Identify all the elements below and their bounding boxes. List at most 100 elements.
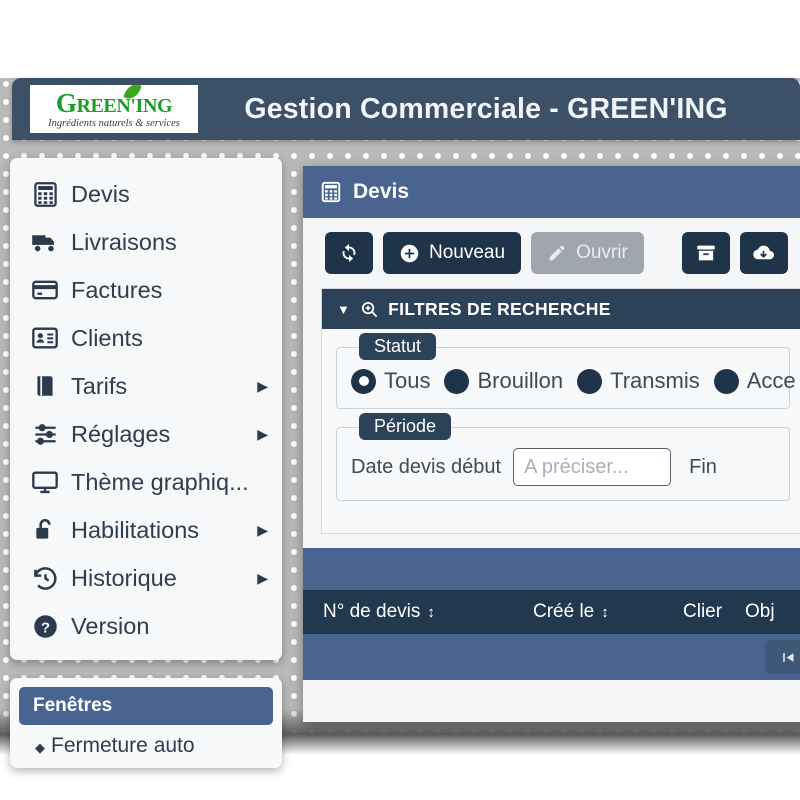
submenu-arrow-icon: ▶ — [257, 425, 268, 442]
monitor-icon — [30, 467, 60, 497]
bullet-icon: ◆ — [35, 740, 45, 755]
sidebar-item-label: Réglages — [71, 420, 171, 447]
sidebar-item-historique[interactable]: Historique ▶ — [10, 554, 282, 602]
sidebar-item-label: Version — [71, 612, 150, 639]
sort-icon: ↕ — [601, 603, 609, 621]
svg-text:?: ? — [40, 619, 49, 636]
devis-window-title-label: Devis — [353, 180, 410, 203]
app-root: GREEN'ING Ingrédients naturels & service… — [0, 0, 800, 800]
column-header-cree-le[interactable]: Créé le ↕ — [533, 601, 683, 623]
radio-indicator — [444, 368, 470, 394]
sidebar-item-reglages[interactable]: Réglages ▶ — [10, 410, 282, 458]
archive-box-icon — [695, 242, 717, 264]
periode-legend: Période — [359, 413, 452, 440]
calculator-icon — [30, 179, 60, 209]
radio-indicator — [351, 368, 376, 394]
fenetres-title: Fenêtres — [19, 687, 273, 725]
devis-window: Devis Nouveau Ouvrir ▼ FILTRES DE RECHER… — [303, 166, 800, 722]
card-icon — [30, 275, 60, 305]
radio-label: Tous — [384, 368, 431, 393]
sidebar-item-label: Historique — [71, 564, 177, 591]
column-header-numero-devis[interactable]: N° de devis ↕ — [323, 601, 533, 623]
nouveau-button[interactable]: Nouveau — [383, 232, 522, 274]
sidebar-item-label: Habilitations — [71, 516, 200, 543]
sidebar-item-habilitations[interactable]: Habilitations ▶ — [10, 506, 282, 554]
date-fin-label: Fin — [689, 455, 717, 478]
sidebar-item-devis[interactable]: Devis — [10, 170, 282, 218]
filters-header[interactable]: ▼ FILTRES DE RECHERCHE — [322, 289, 800, 329]
chevron-down-icon: ▼ — [337, 301, 351, 317]
ouvrir-button[interactable]: Ouvrir — [531, 232, 644, 274]
calculator-icon — [320, 181, 342, 203]
logo-wordmark-rest: REEN'ING — [76, 94, 173, 117]
submenu-arrow-icon: ▶ — [257, 521, 268, 538]
sidebar-item-version[interactable]: ? Version — [10, 602, 282, 650]
ouvrir-button-label: Ouvrir — [576, 242, 628, 263]
results-table-footer — [303, 634, 800, 680]
column-header-objet[interactable]: Obj — [745, 601, 775, 623]
plus-circle-icon — [399, 243, 420, 264]
truck-icon — [30, 227, 60, 257]
brand-logo: GREEN'ING Ingrédients naturels & service… — [30, 80, 198, 133]
first-page-button[interactable] — [765, 640, 800, 674]
column-header-label: Obj — [745, 601, 775, 622]
logo-wordmark-cap: G — [55, 87, 77, 118]
radio-option-tous[interactable]: Tous — [351, 368, 438, 394]
statut-fieldset: Statut Tous Brouillon Transmis Acce — [336, 333, 796, 409]
column-header-label: Clier — [683, 601, 723, 622]
first-page-icon — [780, 650, 797, 665]
zoom-in-icon — [360, 300, 379, 319]
app-header: GREEN'ING Ingrédients naturels & service… — [12, 78, 800, 140]
devis-toolbar: Nouveau Ouvrir — [303, 218, 800, 288]
id-card-icon — [30, 323, 60, 353]
sort-icon: ↕ — [427, 603, 435, 621]
archive-button[interactable] — [681, 232, 730, 274]
book-icon — [30, 371, 60, 401]
question-icon: ? — [30, 611, 60, 641]
refresh-icon — [338, 242, 360, 264]
lock-open-icon — [30, 515, 60, 545]
fenetres-panel: Fenêtres ◆ Fermeture auto — [10, 678, 282, 768]
sidebar-item-label: Devis — [71, 180, 130, 207]
cloud-download-icon — [752, 242, 775, 265]
sidebar-item-tarifs[interactable]: Tarifs ▶ — [10, 362, 282, 410]
column-header-label: Créé le — [533, 601, 595, 622]
statut-radio-group: Tous Brouillon Transmis Acce — [351, 368, 796, 394]
column-header-label: N° de devis — [323, 601, 421, 622]
sidebar-item-clients[interactable]: Clients — [10, 314, 282, 362]
sidebar-item-factures[interactable]: Factures — [10, 266, 282, 314]
download-button[interactable] — [739, 232, 788, 274]
radio-label: Transmis — [610, 368, 700, 393]
filters-title: FILTRES DE RECHERCHE — [388, 298, 611, 319]
radio-indicator — [713, 368, 739, 394]
sidebar-menu: Devis Livraisons Factures Clients Tarifs… — [10, 158, 282, 660]
periode-row: Date devis début Fin — [351, 448, 775, 486]
page-title: Gestion Commerciale - GREEN'ING — [244, 92, 728, 125]
radio-label: Acce — [746, 368, 796, 393]
radio-label: Brouillon — [477, 368, 564, 393]
radio-option-brouillon[interactable]: Brouillon — [444, 368, 571, 394]
sidebar-item-livraisons[interactable]: Livraisons — [10, 218, 282, 266]
fenetres-item-fermeture-auto[interactable]: ◆ Fermeture auto — [19, 734, 273, 758]
sidebar-item-label: Thème graphiq... — [71, 468, 249, 495]
submenu-arrow-icon: ▶ — [257, 377, 268, 394]
date-debut-input[interactable] — [513, 448, 672, 486]
grid-toolbar-strip — [303, 548, 800, 590]
sidebar-item-label: Clients — [71, 324, 143, 351]
radio-option-transmis[interactable]: Transmis — [577, 368, 708, 394]
statut-legend: Statut — [359, 333, 437, 360]
devis-window-titlebar: Devis — [303, 166, 800, 218]
radio-indicator — [577, 368, 603, 394]
sidebar-item-label: Tarifs — [71, 372, 128, 399]
refresh-button[interactable] — [325, 232, 373, 274]
submenu-arrow-icon: ▶ — [257, 569, 268, 586]
logo-wordmark: GREEN'ING — [55, 80, 173, 118]
radio-option-accepte[interactable]: Acce — [713, 368, 800, 394]
sidebar-item-theme-graphique[interactable]: Thème graphiq... — [10, 458, 282, 506]
column-header-client[interactable]: Clier — [683, 601, 745, 623]
logo-tagline: Ingrédients naturels & services — [48, 117, 180, 129]
nouveau-button-label: Nouveau — [429, 242, 506, 263]
sidebar-item-label: Factures — [71, 276, 163, 303]
filters-body: Statut Tous Brouillon Transmis Acce Péri… — [322, 329, 800, 533]
periode-fieldset: Période Date devis début Fin — [336, 413, 790, 501]
